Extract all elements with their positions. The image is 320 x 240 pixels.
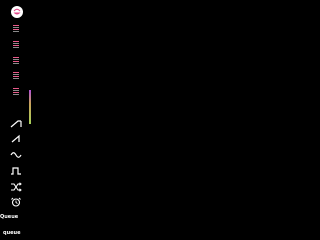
queue-label[interactable]: Queue <box>0 214 18 220</box>
level-meter-fill <box>29 90 31 124</box>
ramp-icon[interactable] <box>10 119 22 129</box>
pattern-stripes-icon[interactable] <box>13 25 19 33</box>
pattern-stripes-icon[interactable] <box>13 88 19 96</box>
face-logo-icon[interactable] <box>11 6 23 18</box>
sidebar: Queue queue <box>0 0 34 240</box>
pattern-stripes-icon[interactable] <box>13 57 19 65</box>
sine-wave-icon[interactable] <box>10 150 22 160</box>
square-wave-icon[interactable] <box>10 166 22 176</box>
alarm-clock-icon[interactable] <box>10 197 22 207</box>
pattern-stripes-icon[interactable] <box>13 72 19 80</box>
queue-sub-label[interactable]: queue <box>3 230 20 236</box>
shuffle-icon[interactable] <box>10 182 22 192</box>
sawtooth-icon[interactable] <box>10 134 22 144</box>
pattern-stripes-icon[interactable] <box>13 41 19 49</box>
level-meter[interactable] <box>29 90 31 124</box>
